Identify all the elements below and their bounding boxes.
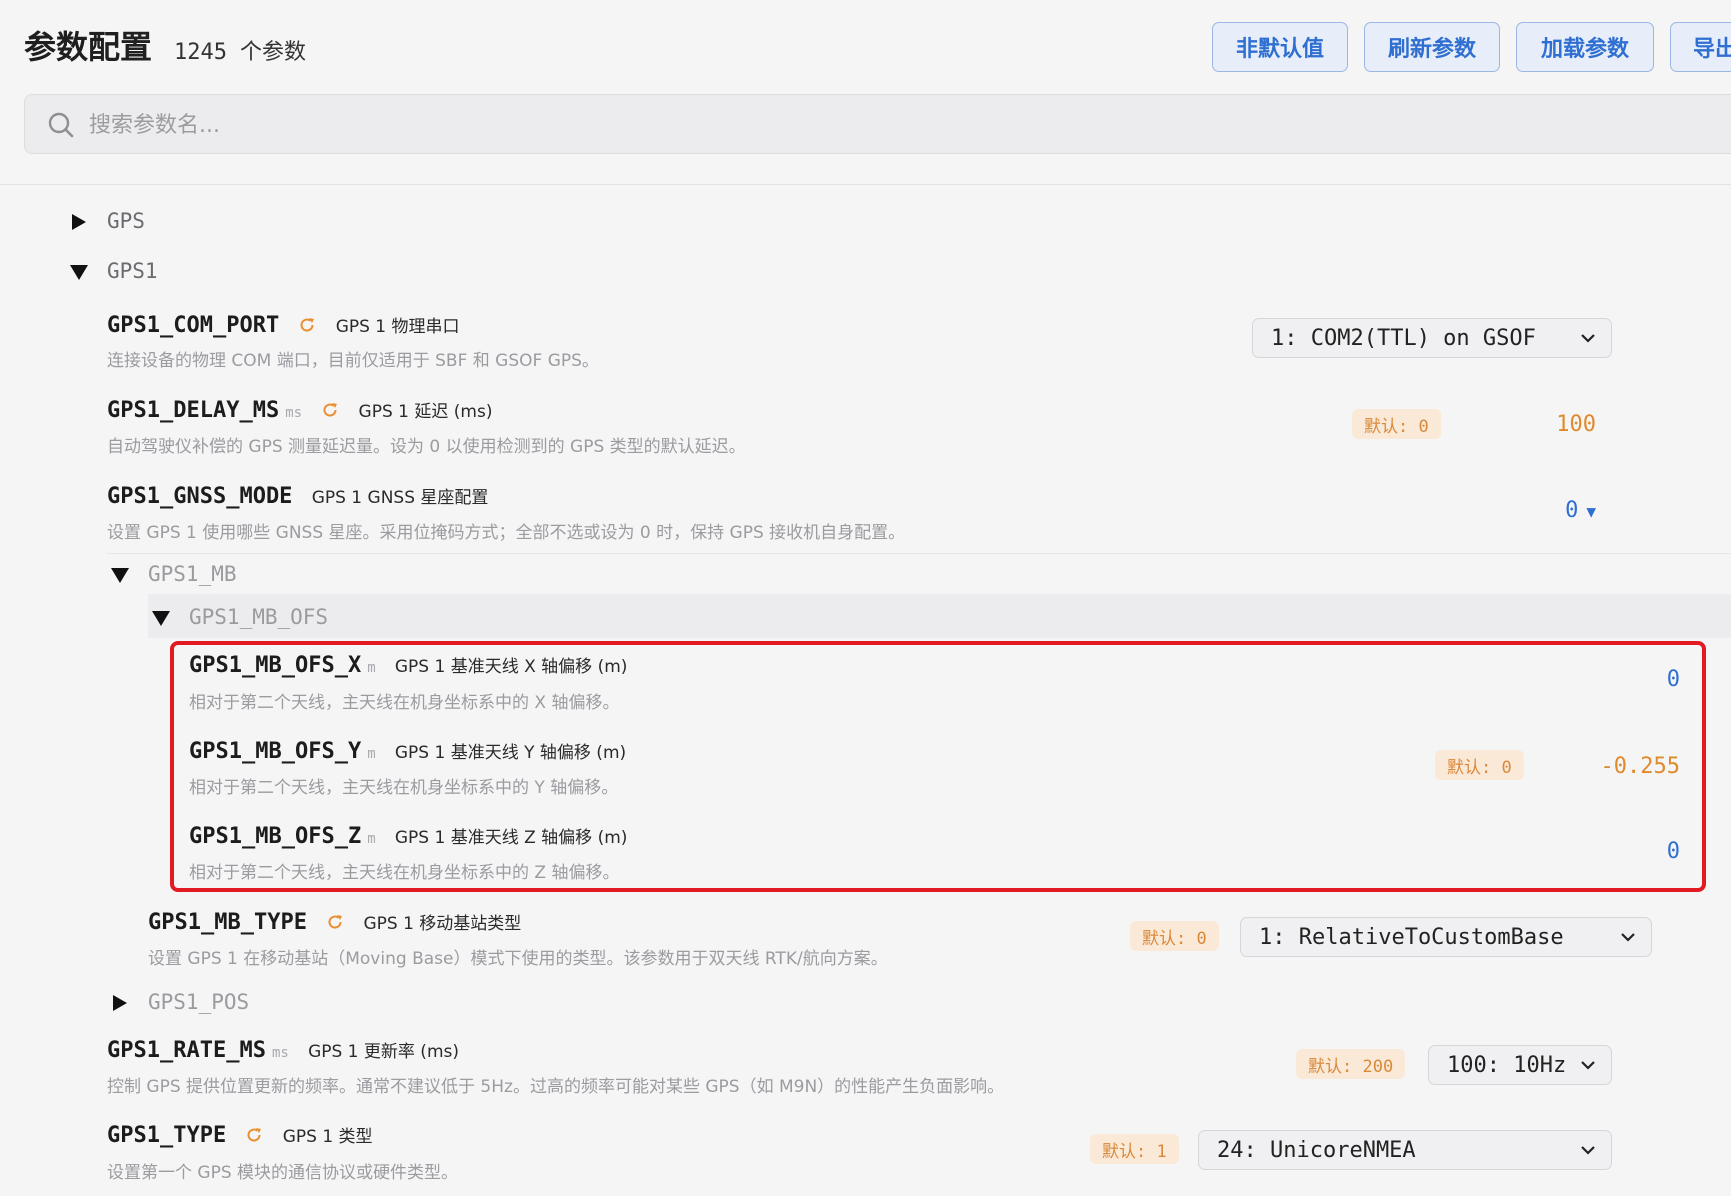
param-name: GPS1_GNSS_MODE GPS 1 GNSS 星座配置 xyxy=(107,483,488,509)
param-name: GPS1_COM_PORT GPS 1 物理串口 xyxy=(107,312,460,338)
param-name-text: GPS1_COM_PORT xyxy=(107,313,280,338)
group-gps1-mb-ofs[interactable]: GPS1_MB_OFS xyxy=(189,605,328,629)
select-value: 100: 10Hz xyxy=(1447,1052,1567,1078)
mb-type-select[interactable]: 1: RelativeToCustomBase xyxy=(1240,917,1652,957)
gps-type-select[interactable]: 24: UnicoreNMEA xyxy=(1198,1130,1612,1170)
reboot-icon xyxy=(248,1128,262,1142)
dropdown-arrow-icon[interactable]: ▼ xyxy=(1586,502,1596,521)
chevron-down-icon xyxy=(1581,1146,1595,1155)
param-desc: 设置 GPS 1 使用哪些 GNSS 星座。采用位掩码方式；全部不选或设为 0 … xyxy=(107,523,906,543)
reboot-icon xyxy=(328,915,343,929)
param-count-number: 1245 xyxy=(174,40,227,65)
select-value: 1: RelativeToCustomBase xyxy=(1259,924,1564,950)
search-icon xyxy=(48,112,74,138)
load-params-button[interactable]: 加载参数 xyxy=(1516,22,1654,72)
param-value[interactable]: 100 xyxy=(1500,412,1596,437)
param-title: GPS 1 更新率 (ms) xyxy=(308,1042,459,1062)
param-name-text: GPS1_GNSS_MODE xyxy=(107,484,293,509)
param-name: GPS1_DELAY_MS ms GPS 1 延迟 (ms) xyxy=(107,397,492,423)
search-bar[interactable] xyxy=(24,94,1731,154)
param-title: GPS 1 移动基站类型 xyxy=(363,914,522,934)
param-unit: ms xyxy=(271,1045,289,1061)
divider xyxy=(107,553,1731,554)
page-title: 参数配置 xyxy=(24,28,153,66)
default-badge: 默认: 200 xyxy=(1296,1049,1406,1079)
param-name: GPS1_RATE_MS ms GPS 1 更新率 (ms) xyxy=(107,1037,459,1063)
triangle-down-icon[interactable] xyxy=(111,566,129,584)
group-gps1-pos[interactable]: GPS1_POS xyxy=(148,990,249,1014)
param-name-text: GPS1_RATE_MS xyxy=(107,1038,266,1063)
group-gps1-mb[interactable]: GPS1_MB xyxy=(148,562,237,586)
com-port-select[interactable]: 1: COM2(TTL) on GSOF xyxy=(1252,318,1612,358)
page-header: 参数配置 1245 个参数 非默认值 刷新参数 加载参数 导出 xyxy=(0,0,1731,185)
triangle-down-icon[interactable] xyxy=(152,609,170,627)
group-row-bg xyxy=(148,594,1731,638)
param-title: GPS 1 类型 xyxy=(282,1127,373,1147)
default-badge: 默认: 0 xyxy=(1130,921,1219,951)
default-badge: 默认: 0 xyxy=(1352,409,1441,439)
param-unit: ms xyxy=(285,405,303,421)
highlight-box xyxy=(170,641,1706,892)
param-value-text: 0 xyxy=(1565,498,1579,523)
chevron-down-icon xyxy=(1581,1061,1595,1070)
chevron-down-icon xyxy=(1621,933,1635,942)
param-value[interactable]: 0 ▼ xyxy=(1500,498,1596,523)
reboot-icon xyxy=(300,318,315,332)
param-desc: 控制 GPS 提供位置更新的频率。通常不建议低于 5Hz。过高的频率可能对某些 … xyxy=(107,1077,1005,1097)
triangle-right-icon[interactable] xyxy=(70,213,88,231)
param-desc: 设置第一个 GPS 模块的通信协议或硬件类型。 xyxy=(107,1163,459,1183)
triangle-down-icon[interactable] xyxy=(70,263,88,281)
non-default-button[interactable]: 非默认值 xyxy=(1212,22,1348,72)
param-count: 1245 个参数 xyxy=(174,34,306,66)
export-button[interactable]: 导出 xyxy=(1670,22,1731,72)
param-name-text: GPS1_MB_TYPE xyxy=(148,910,307,935)
param-desc: 连接设备的物理 COM 端口，目前仅适用于 SBF 和 GSOF GPS。 xyxy=(107,351,599,371)
param-title: GPS 1 延迟 (ms) xyxy=(358,402,493,422)
param-name-text: GPS1_DELAY_MS xyxy=(107,398,280,423)
triangle-right-icon[interactable] xyxy=(111,994,129,1012)
param-count-unit: 个参数 xyxy=(239,40,306,65)
refresh-params-button[interactable]: 刷新参数 xyxy=(1364,22,1500,72)
group-gps[interactable]: GPS xyxy=(107,209,145,233)
group-gps1[interactable]: GPS1 xyxy=(107,259,158,283)
param-name-text: GPS1_TYPE xyxy=(107,1123,227,1148)
rate-select[interactable]: 100: 10Hz xyxy=(1428,1045,1612,1085)
param-name: GPS1_MB_TYPE GPS 1 移动基站类型 xyxy=(148,909,521,935)
param-title: GPS 1 物理串口 xyxy=(335,317,460,337)
default-badge: 默认: 1 xyxy=(1090,1134,1179,1164)
reboot-icon xyxy=(323,403,338,417)
param-desc: 设置 GPS 1 在移动基站（Moving Base）模式下使用的类型。该参数用… xyxy=(148,949,888,969)
param-name: GPS1_TYPE GPS 1 类型 xyxy=(107,1122,373,1148)
param-desc: 自动驾驶仪补偿的 GPS 测量延迟量。设为 0 以使用检测到的 GPS 类型的默… xyxy=(107,437,746,457)
param-title: GPS 1 GNSS 星座配置 xyxy=(311,488,489,508)
chevron-down-icon xyxy=(1581,334,1595,343)
select-value: 24: UnicoreNMEA xyxy=(1217,1137,1416,1163)
search-input[interactable] xyxy=(89,105,989,145)
select-value: 1: COM2(TTL) on GSOF xyxy=(1271,325,1536,351)
